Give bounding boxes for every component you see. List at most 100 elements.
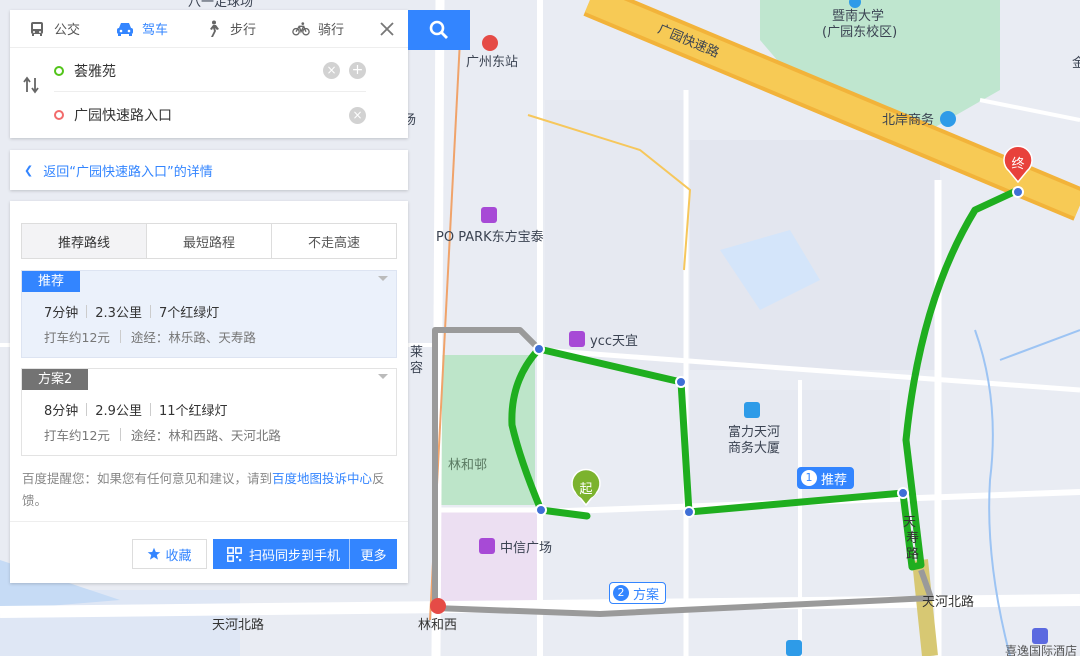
plan-card-2[interactable]: 方案2 8分钟 2.9公里 11个红绿灯 打车约12元 途经：林和西路、天河北路 <box>21 368 397 456</box>
plan-fare: 打车约12元 <box>44 428 110 443</box>
route-search-panel: 公交 驾车 步行 骑行 荟雅苑 × + 广园快速路入口 × <box>10 10 408 138</box>
metro-station-icon <box>430 598 446 614</box>
office-building-icon <box>786 640 802 656</box>
office-building-icon <box>940 111 956 127</box>
shopping-icon <box>569 331 585 347</box>
plan-lights: 7个红绿灯 <box>158 306 220 321</box>
clear-end-button[interactable]: × <box>349 106 366 124</box>
label-guangzhou-east: 广州东站 <box>466 55 518 70</box>
plan-tag: 方案2 <box>22 369 89 390</box>
sync-phone-button[interactable]: 扫码同步到手机 更多 <box>213 539 397 569</box>
sync-label: 扫码同步到手机 <box>249 548 341 564</box>
expand-caret-icon[interactable] <box>378 276 388 281</box>
add-waypoint-button[interactable]: + <box>349 62 366 79</box>
plan-lights: 11个红绿灯 <box>158 404 228 419</box>
label-tianshou-2: 寿 <box>906 531 919 546</box>
search-button[interactable] <box>408 10 470 50</box>
more-button[interactable]: 更多 <box>350 545 397 564</box>
label-tianshou-3: 路 <box>906 546 919 562</box>
label-fuli-2: 商务大厦 <box>728 440 780 456</box>
route-tag-plan2[interactable]: 2 方案 <box>609 582 667 604</box>
tab-bike[interactable]: 骑行 <box>274 10 362 48</box>
tab-car[interactable]: 驾车 <box>98 10 186 48</box>
label-linhexi: 林和西 <box>418 618 457 633</box>
bike-icon <box>292 20 310 38</box>
feedback-notice: 百度提醒您：如果您有任何意见和建议，请到百度地图投诉中心反馈。 <box>22 468 400 512</box>
plan-stats: 8分钟 2.9公里 11个红绿灯 <box>44 400 228 419</box>
back-link-text: 返回“广园快速路入口”的详情 <box>43 164 213 180</box>
hotel-icon <box>1032 628 1048 644</box>
action-bar: 收藏 扫码同步到手机 更多 <box>10 521 408 583</box>
plan-via: 途经：林乐路、天寿路 <box>130 330 256 345</box>
route-inputs: 荟雅苑 × + 广园快速路入口 × <box>10 48 408 136</box>
label-right-cut: 金 <box>1072 55 1080 71</box>
route-tag-num: 1 <box>801 470 817 486</box>
plan-card-1[interactable]: 推荐 7分钟 2.3公里 7个红绿灯 打车约12元 途经：林乐路、天寿路 <box>21 270 397 358</box>
tab-shortest[interactable]: 最短路程 <box>147 224 272 258</box>
label-beian: 北岸商务 <box>882 112 934 128</box>
plan-fare: 打车约12元 <box>44 330 110 345</box>
end-point-row[interactable]: 广园快速路入口 × <box>54 94 366 136</box>
label-lai: 莱 <box>410 345 423 360</box>
label-hotel-cut: 喜逸国际酒店 <box>1005 644 1077 656</box>
clear-start-button[interactable]: × <box>323 62 340 79</box>
close-icon <box>380 21 394 36</box>
label-tianhe-north-2: 天河北路 <box>922 594 974 610</box>
complaint-center-link[interactable]: 百度地图投诉中心 <box>272 471 372 486</box>
end-point-input[interactable]: 广园快速路入口 <box>74 105 343 125</box>
back-link[interactable]: ❮ 返回“广园快速路入口”的详情 <box>10 150 408 190</box>
plan-via: 途经：林和西路、天河北路 <box>130 428 281 443</box>
label-tianshou-1: 天 <box>903 515 916 530</box>
swap-icon[interactable] <box>22 76 40 94</box>
plaza-area <box>440 510 540 605</box>
plan-tag: 推荐 <box>22 271 81 292</box>
route-tag-num: 2 <box>613 585 629 601</box>
route-tag-text: 方案 <box>633 587 660 603</box>
chevron-left-icon: ❮ <box>24 163 34 177</box>
label-jinan-univ: 暨南大学 <box>832 8 884 24</box>
route-result-panel: 推荐路线 最短路程 不走高速 推荐 7分钟 2.3公里 7个红绿灯 打车约12元… <box>10 201 408 583</box>
plan-time: 8分钟 <box>44 404 79 419</box>
start-point-row[interactable]: 荟雅苑 × + <box>54 50 366 92</box>
tab-walk-label: 步行 <box>230 23 257 38</box>
tab-bus[interactable]: 公交 <box>10 10 98 48</box>
qr-code-icon <box>227 546 242 562</box>
svg-text:起: 起 <box>579 482 592 497</box>
favorite-button[interactable]: 收藏 <box>132 539 207 569</box>
label-jinan-campus: (广园东校区) <box>822 24 897 40</box>
route-tag-text: 推荐 <box>821 472 848 488</box>
label-tianhe-north: 天河北路 <box>212 617 264 633</box>
tab-avoid-highway[interactable]: 不走高速 <box>272 224 396 258</box>
tab-walk[interactable]: 步行 <box>186 10 274 48</box>
car-icon <box>116 20 134 38</box>
scan-sync-button[interactable]: 扫码同步到手机 <box>213 539 350 569</box>
tab-car-label: 驾车 <box>142 23 169 38</box>
label-linhe-village: 林和邨 <box>448 458 487 473</box>
office-building-icon <box>744 402 760 418</box>
label-popark: PO PARK东方宝泰 <box>436 229 544 245</box>
plan-stats: 7分钟 2.3公里 7个红绿灯 <box>44 302 219 321</box>
start-dot-icon <box>54 65 64 76</box>
plan-time: 7分钟 <box>44 306 79 321</box>
label-rong: 容 <box>410 360 423 376</box>
label-citic: 中信广场 <box>500 541 552 556</box>
plan-distance: 2.9公里 <box>95 404 142 419</box>
shopping-icon <box>479 538 495 554</box>
end-dot-icon <box>54 110 64 120</box>
expand-caret-icon[interactable] <box>378 374 388 379</box>
start-point-input[interactable]: 荟雅苑 <box>74 61 317 81</box>
plan-distance: 2.3公里 <box>95 306 142 321</box>
close-button[interactable] <box>366 10 408 48</box>
metro-station-icon <box>482 35 498 51</box>
search-icon <box>429 20 448 39</box>
star-icon <box>148 547 161 560</box>
bus-icon <box>28 20 46 38</box>
route-tag-recommend[interactable]: 1 推荐 <box>797 467 855 489</box>
route-preference-tabs: 推荐路线 最短路程 不走高速 <box>21 223 397 259</box>
tab-bike-label: 骑行 <box>318 23 345 38</box>
label-fuli-1: 富力天河 <box>728 424 780 440</box>
plan-sub: 打车约12元 途经：林乐路、天寿路 <box>44 327 256 346</box>
tab-recommended[interactable]: 推荐路线 <box>22 224 147 258</box>
svg-text:终: 终 <box>1011 156 1024 172</box>
shopping-icon <box>481 207 497 223</box>
